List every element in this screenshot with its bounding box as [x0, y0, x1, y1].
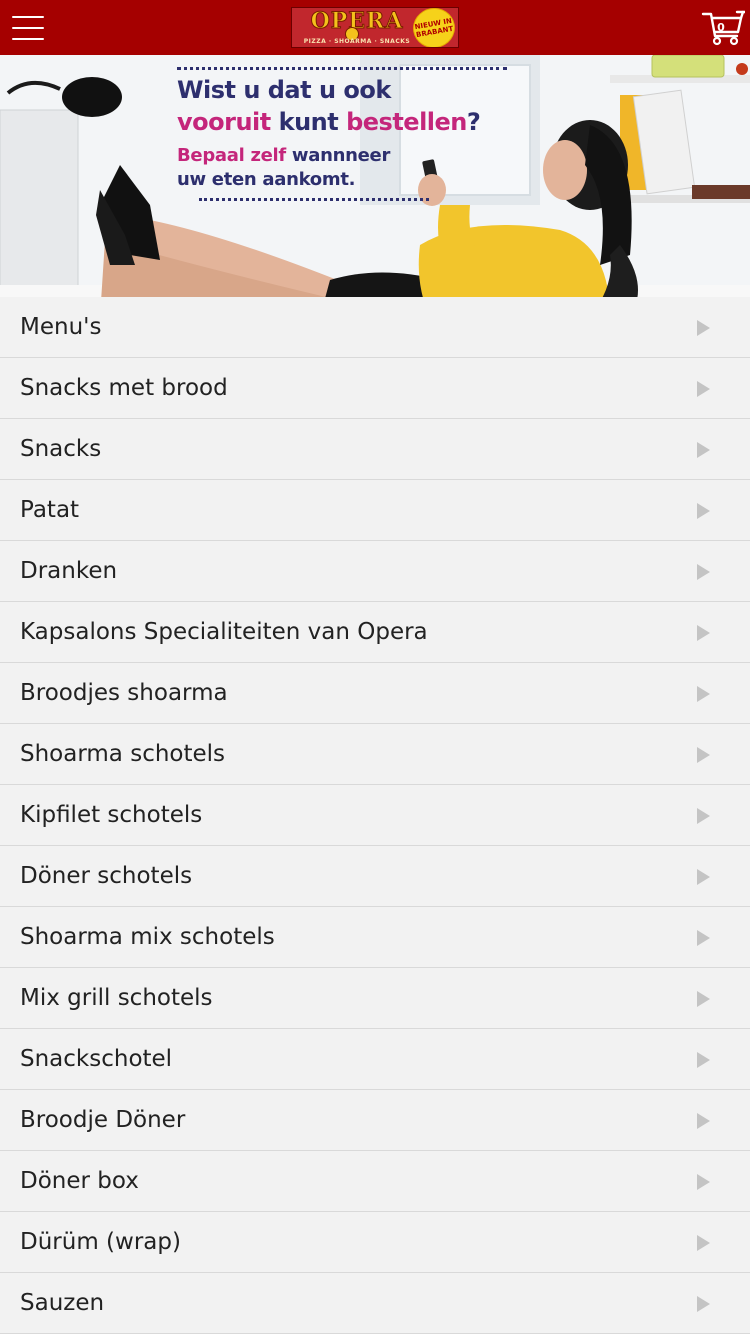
chevron-right-icon	[697, 747, 710, 763]
logo-tagline: PIZZA · SHOARMA · SNACKS	[303, 38, 411, 45]
menu-item-label: Snacks met brood	[20, 375, 228, 401]
menu-item-patat[interactable]: Patat	[0, 480, 750, 541]
menu-item-label: Menu's	[20, 314, 102, 340]
menu-item-shoarma-schotels[interactable]: Shoarma schotels	[0, 724, 750, 785]
banner-word-vooruit: vooruit	[177, 108, 271, 136]
chevron-right-icon	[697, 1296, 710, 1312]
menu-item-snackschotel[interactable]: Snackschotel	[0, 1029, 750, 1090]
banner-text: Wist u dat u ook vooruit kunt bestellen?…	[177, 67, 517, 201]
menu-item-label: Kapsalons Specialiteiten van Opera	[20, 619, 428, 645]
banner-word-bepaal-zelf: Bepaal zelf	[177, 145, 286, 166]
chevron-right-icon	[697, 991, 710, 1007]
menu-item-kapsalons[interactable]: Kapsalons Specialiteiten van Opera	[0, 602, 750, 663]
banner-headline-line1: Wist u dat u ook	[177, 76, 391, 104]
menu-item-label: Sauzen	[20, 1290, 105, 1316]
opera-logo[interactable]: OPERA PIZZA · SHOARMA · SNACKS NIEUW IN …	[291, 7, 459, 48]
menu-item-doner-box[interactable]: Döner box	[0, 1151, 750, 1212]
menu-item-label: Mix grill schotels	[20, 985, 213, 1011]
chevron-right-icon	[697, 442, 710, 458]
menu-item-label: Patat	[20, 497, 80, 523]
menu-item-label: Broodjes shoarma	[20, 680, 228, 706]
chevron-right-icon	[697, 1235, 710, 1251]
menu-item-label: Dranken	[20, 558, 118, 584]
cart-count-badge: 0	[717, 21, 725, 34]
chevron-right-icon	[697, 686, 710, 702]
app-header: OPERA PIZZA · SHOARMA · SNACKS NIEUW IN …	[0, 0, 750, 55]
chevron-right-icon	[697, 869, 710, 885]
menu-item-dranken[interactable]: Dranken	[0, 541, 750, 602]
banner-bottom-divider	[199, 198, 429, 201]
chevron-right-icon	[697, 503, 710, 519]
menu-item-durum-wrap[interactable]: Dürüm (wrap)	[0, 1212, 750, 1273]
menu-item-label: Snacks	[20, 436, 102, 462]
hamburger-icon[interactable]	[12, 16, 44, 40]
menu-item-kipfilet-schotels[interactable]: Kipfilet schotels	[0, 785, 750, 846]
menu-item-snacks[interactable]: Snacks	[0, 419, 750, 480]
banner-word-kunt: kunt	[278, 108, 339, 136]
menu-item-label: Kipfilet schotels	[20, 802, 203, 828]
menu-item-shoarma-mix-schotels[interactable]: Shoarma mix schotels	[0, 907, 750, 968]
chevron-right-icon	[697, 930, 710, 946]
menu-item-label: Dürüm (wrap)	[20, 1229, 181, 1255]
menu-item-label: Shoarma schotels	[20, 741, 226, 767]
menu-item-label: Döner box	[20, 1168, 139, 1194]
menu-item-label: Snackschotel	[20, 1046, 173, 1072]
chevron-right-icon	[697, 1113, 710, 1129]
menu-item-snacks-met-brood[interactable]: Snacks met brood	[0, 358, 750, 419]
menu-item-label: Döner schotels	[20, 863, 193, 889]
promo-banner[interactable]: Wist u dat u ook vooruit kunt bestellen?…	[0, 55, 750, 317]
chevron-right-icon	[697, 1052, 710, 1068]
banner-word-bestellen: bestellen	[346, 108, 467, 136]
chevron-right-icon	[697, 808, 710, 824]
menu-item-broodje-doner[interactable]: Broodje Döner	[0, 1090, 750, 1151]
chevron-right-icon	[697, 625, 710, 641]
chevron-right-icon	[697, 1174, 710, 1190]
banner-question-mark: ?	[466, 108, 481, 136]
banner-word-wannneer: wannneer	[291, 145, 391, 166]
chevron-right-icon	[697, 564, 710, 580]
menu-item-menus[interactable]: Menu's	[0, 297, 750, 358]
shopping-cart-button[interactable]: 0	[701, 10, 747, 46]
menu-item-doner-schotels[interactable]: Döner schotels	[0, 846, 750, 907]
menu-item-mix-grill-schotels[interactable]: Mix grill schotels	[0, 968, 750, 1029]
category-menu-list: Menu's Snacks met brood Snacks Patat Dra…	[0, 297, 750, 1334]
menu-item-label: Shoarma mix schotels	[20, 924, 275, 950]
menu-item-label: Broodje Döner	[20, 1107, 186, 1133]
banner-top-divider	[177, 67, 507, 70]
banner-headline-line2: vooruit kunt bestellen?	[177, 106, 517, 138]
banner-subline2: uw eten aankomt.	[177, 169, 356, 190]
menu-item-broodjes-shoarma[interactable]: Broodjes shoarma	[0, 663, 750, 724]
banner-subline1: Bepaal zelf wannneer	[177, 144, 517, 168]
menu-item-sauzen[interactable]: Sauzen	[0, 1273, 750, 1334]
chevron-right-icon	[697, 320, 710, 336]
chevron-right-icon	[697, 381, 710, 397]
